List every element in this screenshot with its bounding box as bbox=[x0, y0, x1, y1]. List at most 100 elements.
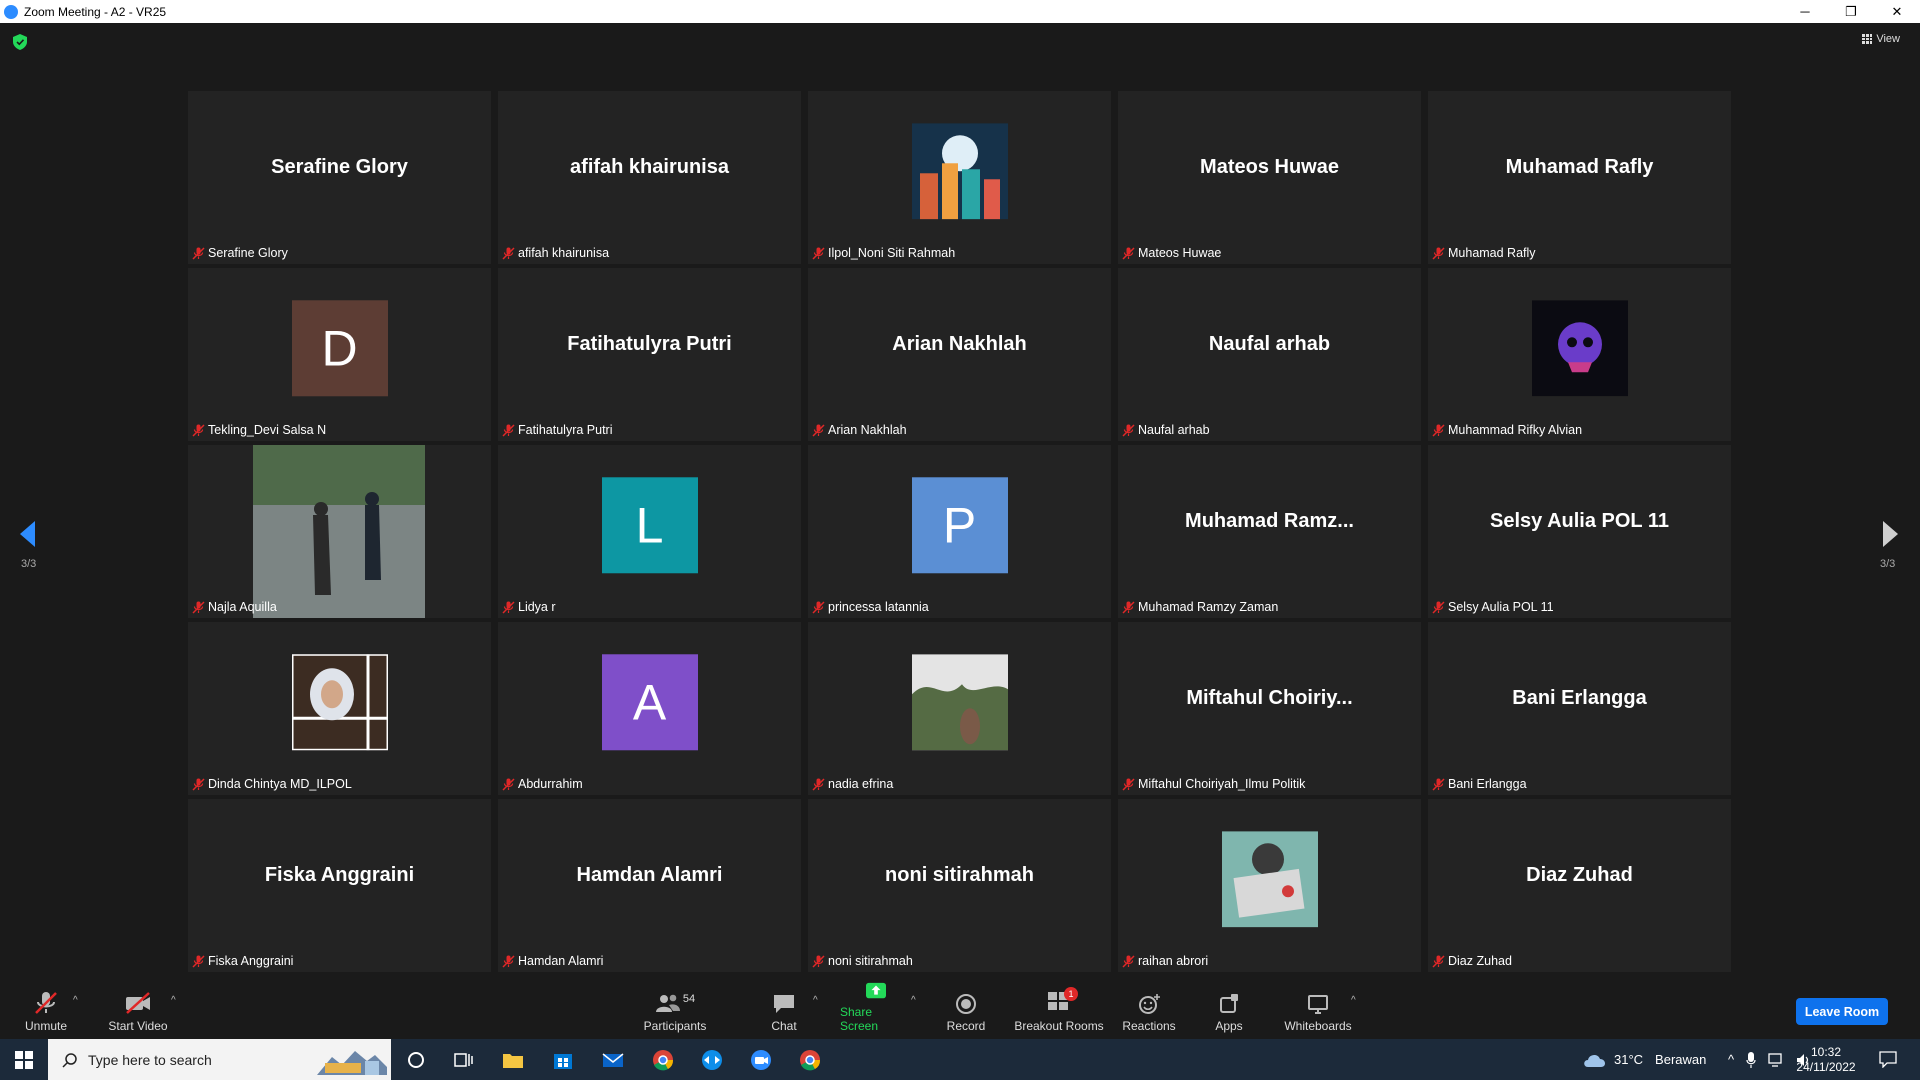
participant-tile[interactable]: Serafine Glory Serafine Glory bbox=[188, 91, 491, 264]
whiteboards-button[interactable]: Whiteboards bbox=[1282, 981, 1354, 1039]
participant-tile[interactable]: Muhammad Rifky Alvian bbox=[1428, 268, 1731, 441]
participant-name-label: Bani Erlangga bbox=[1432, 775, 1527, 793]
participant-tile[interactable]: D Tekling_Devi Salsa N bbox=[188, 268, 491, 441]
participant-name-label: princessa latannia bbox=[812, 598, 929, 616]
weather-temp: 31°C bbox=[1614, 1052, 1644, 1067]
start-video-button[interactable]: Start Video bbox=[106, 981, 170, 1039]
breakout-rooms-button[interactable]: 1 Breakout Rooms bbox=[1012, 981, 1106, 1039]
chat-options-caret-icon[interactable]: ^ bbox=[813, 995, 818, 1006]
participants-label: Participants bbox=[643, 1019, 707, 1033]
reactions-button[interactable]: Reactions bbox=[1120, 981, 1178, 1039]
mail-icon[interactable] bbox=[600, 1047, 626, 1073]
participant-name-label: Tekling_Devi Salsa N bbox=[192, 421, 326, 439]
teamviewer-icon[interactable] bbox=[699, 1047, 725, 1073]
mic-muted-icon bbox=[1432, 600, 1445, 614]
weather-widget[interactable]: 31°C Berawan bbox=[1582, 1039, 1706, 1080]
participant-tile[interactable]: Naufal arhab Naufal arhab bbox=[1118, 268, 1421, 441]
next-page-arrow-icon[interactable] bbox=[1882, 519, 1900, 549]
breakout-badge: 1 bbox=[1064, 987, 1078, 1001]
participant-name-label: Ilpol_Noni Siti Rahmah bbox=[812, 244, 955, 262]
share-options-caret-icon[interactable]: ^ bbox=[911, 995, 916, 1006]
network-icon[interactable] bbox=[1768, 1052, 1784, 1067]
view-button[interactable]: View bbox=[1862, 33, 1900, 45]
participant-tile[interactable]: Ilpol_Noni Siti Rahmah bbox=[808, 91, 1111, 264]
participant-name-label: Fatihatulyra Putri bbox=[502, 421, 612, 439]
participant-name: afifah khairunisa bbox=[518, 246, 610, 260]
clock-time: 10:32 bbox=[1810, 1044, 1842, 1059]
cortana-icon[interactable] bbox=[403, 1047, 429, 1073]
participants-icon bbox=[655, 994, 680, 1012]
file-explorer-icon[interactable] bbox=[500, 1047, 526, 1073]
participant-name-label: afifah khairunisa bbox=[502, 244, 609, 262]
windows-taskbar: Type here to search 31°C Berawan ^ 10:32… bbox=[0, 1039, 1920, 1080]
grid-icon bbox=[1862, 34, 1873, 44]
participant-tile[interactable]: Hamdan Alamri Hamdan Alamri bbox=[498, 799, 801, 972]
avatar: L bbox=[601, 476, 698, 573]
meeting-area: View 3/3 3/3 Serafine Glory Serafine Glor… bbox=[0, 23, 1920, 981]
participant-tile[interactable]: Mateos Huwae Mateos Huwae bbox=[1118, 91, 1421, 264]
participant-tile[interactable]: raihan abrori bbox=[1118, 799, 1421, 972]
mic-muted-icon bbox=[502, 423, 515, 437]
microphone-icon[interactable] bbox=[1746, 1051, 1756, 1068]
participant-tile[interactable]: Selsy Aulia POL 11 Selsy Aulia POL 11 bbox=[1428, 445, 1731, 618]
restore-button[interactable]: ❐ bbox=[1828, 0, 1874, 23]
participant-tile[interactable]: Arian Nakhlah Arian Nakhlah bbox=[808, 268, 1111, 441]
participant-tile[interactable]: nadia efrina bbox=[808, 622, 1111, 795]
share-screen-button[interactable]: Share Screen bbox=[840, 981, 912, 1039]
leave-room-button[interactable]: Leave Room bbox=[1796, 998, 1888, 1025]
participant-name: Tekling_Devi Salsa N bbox=[208, 423, 327, 437]
participant-display-name: Hamdan Alamri bbox=[576, 864, 723, 886]
participant-tile[interactable]: A Abdurrahim bbox=[498, 622, 801, 795]
taskbar-search-box[interactable]: Type here to search bbox=[48, 1039, 391, 1080]
participant-tile[interactable]: afifah khairunisa afifah khairunisa bbox=[498, 91, 801, 264]
minimize-button[interactable]: ─ bbox=[1782, 0, 1828, 23]
participant-tile[interactable]: Fatihatulyra Putri Fatihatulyra Putri bbox=[498, 268, 801, 441]
zoom-taskbar-icon[interactable] bbox=[748, 1047, 774, 1073]
chrome-profile-icon[interactable] bbox=[797, 1047, 823, 1073]
clock[interactable]: 10:32 24/11/2022 bbox=[1795, 1039, 1857, 1080]
participant-tile[interactable]: noni sitirahmah noni sitirahmah bbox=[808, 799, 1111, 972]
notifications-icon[interactable] bbox=[1879, 1050, 1897, 1068]
participants-button[interactable]: 54 Participants bbox=[642, 981, 708, 1039]
apps-button[interactable]: Apps bbox=[1211, 981, 1247, 1039]
security-shield-icon[interactable] bbox=[13, 34, 27, 50]
apps-icon bbox=[1220, 994, 1238, 1013]
record-button[interactable]: Record bbox=[944, 981, 988, 1039]
participant-tile[interactable]: Dinda Chintya MD_ILPOL bbox=[188, 622, 491, 795]
previous-page-arrow-icon[interactable] bbox=[18, 519, 36, 549]
mic-muted-icon bbox=[1432, 954, 1445, 968]
participant-tile[interactable]: Bani Erlangga Bani Erlangga bbox=[1428, 622, 1731, 795]
clock-date: 24/11/2022 bbox=[1796, 1059, 1856, 1074]
chat-button[interactable]: Chat bbox=[764, 981, 804, 1039]
unmute-button[interactable]: Unmute bbox=[20, 981, 72, 1039]
participant-name: nadia efrina bbox=[828, 777, 894, 791]
video-options-caret-icon[interactable]: ^ bbox=[171, 995, 176, 1006]
chrome-icon[interactable] bbox=[650, 1047, 676, 1073]
mic-muted-icon bbox=[1122, 777, 1135, 791]
chat-label: Chat bbox=[771, 1019, 797, 1033]
search-highlight-illustration-icon bbox=[317, 1051, 387, 1075]
tray-expand-chevron-icon[interactable]: ^ bbox=[1728, 1052, 1734, 1067]
participant-tile[interactable]: Najla Aquilla bbox=[188, 445, 491, 618]
participant-tile[interactable]: Pprincessa latannia bbox=[808, 445, 1111, 618]
start-button[interactable] bbox=[0, 1039, 48, 1080]
participant-tile[interactable]: Fiska Anggraini Fiska Anggraini bbox=[188, 799, 491, 972]
participant-tile[interactable]: L Lidya r bbox=[498, 445, 801, 618]
participant-tile[interactable]: Muhamad Ramz... Muhamad Ramzy Zaman bbox=[1118, 445, 1421, 618]
audio-options-caret-icon[interactable]: ^ bbox=[73, 995, 78, 1006]
title-bar: Zoom Meeting - A2 - VR25 ─ ❐ ✕ bbox=[0, 0, 1920, 23]
close-button[interactable]: ✕ bbox=[1874, 0, 1920, 23]
participant-tile[interactable]: Diaz Zuhad Diaz Zuhad bbox=[1428, 799, 1731, 972]
participant-name-label: raihan abrori bbox=[1122, 952, 1208, 970]
participant-tile[interactable]: Muhamad Rafly Muhamad Rafly bbox=[1428, 91, 1731, 264]
microsoft-store-icon[interactable] bbox=[550, 1047, 576, 1073]
participant-tile[interactable]: Miftahul Choiriy... Miftahul Choiriyah_Il… bbox=[1118, 622, 1421, 795]
whiteboards-options-caret-icon[interactable]: ^ bbox=[1351, 995, 1356, 1006]
participant-name: Serafine Glory bbox=[208, 246, 288, 260]
task-view-icon[interactable] bbox=[450, 1047, 476, 1073]
mic-muted-icon bbox=[812, 954, 825, 968]
avatar-photo bbox=[1531, 299, 1628, 396]
mic-muted-icon bbox=[192, 423, 205, 437]
participant-display-name: Arian Nakhlah bbox=[892, 333, 1027, 355]
participant-name-label: Lidya r bbox=[502, 598, 556, 616]
